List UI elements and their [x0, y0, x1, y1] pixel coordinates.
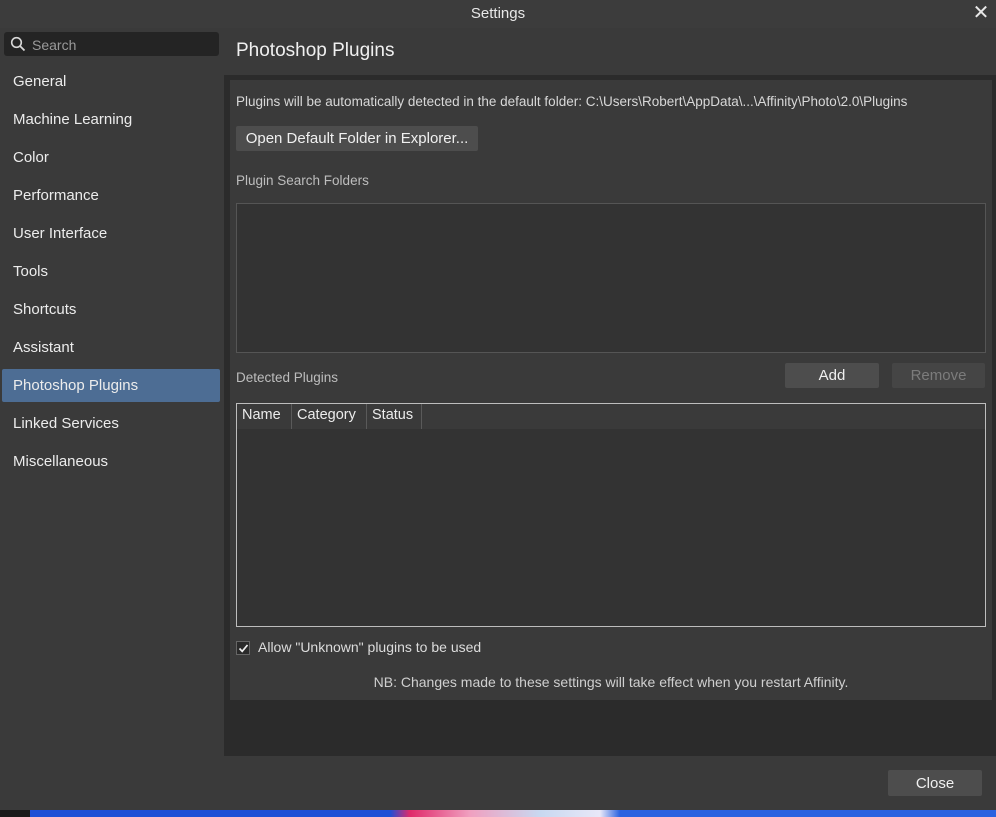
- column-header-name[interactable]: Name: [237, 404, 292, 429]
- sidebar-item-photoshop-plugins[interactable]: Photoshop Plugins: [2, 369, 220, 402]
- sidebar-item-machine-learning[interactable]: Machine Learning: [2, 103, 220, 136]
- footer: Close: [0, 756, 996, 810]
- sidebar-item-tools[interactable]: Tools: [2, 255, 220, 288]
- plugin-search-folders-list[interactable]: [236, 203, 986, 353]
- detected-plugins-label: Detected Plugins: [236, 370, 339, 385]
- add-button[interactable]: Add: [785, 363, 879, 388]
- close-icon[interactable]: ✕: [970, 2, 992, 24]
- sidebar-item-miscellaneous[interactable]: Miscellaneous: [2, 445, 220, 478]
- column-header-status[interactable]: Status: [367, 404, 422, 429]
- window-title: Settings: [470, 5, 526, 22]
- sidebar-item-general[interactable]: General: [2, 65, 220, 98]
- search-icon: [10, 36, 26, 52]
- sidebar: General Machine Learning Color Performan…: [0, 28, 224, 756]
- close-button[interactable]: Close: [888, 770, 982, 796]
- page-title: Photoshop Plugins: [236, 40, 395, 61]
- background-desktop-strip: [0, 810, 996, 817]
- sidebar-item-assistant[interactable]: Assistant: [2, 331, 220, 364]
- sidebar-item-shortcuts[interactable]: Shortcuts: [2, 293, 220, 326]
- restart-note: NB: Changes made to these settings will …: [373, 674, 849, 690]
- remove-button[interactable]: Remove: [892, 363, 985, 388]
- sidebar-item-linked-services[interactable]: Linked Services: [2, 407, 220, 440]
- settings-window: Settings ✕ General Machine Learning Colo…: [0, 0, 996, 810]
- checkmark-icon: [238, 644, 249, 653]
- page-header: Photoshop Plugins: [224, 28, 996, 75]
- allow-unknown-label: Allow "Unknown" plugins to be used: [258, 639, 482, 655]
- plugins-panel: Plugins will be automatically detected i…: [230, 80, 992, 700]
- sidebar-item-user-interface[interactable]: User Interface: [2, 217, 220, 250]
- sidebar-item-performance[interactable]: Performance: [2, 179, 220, 212]
- search-input[interactable]: [30, 34, 214, 56]
- allow-unknown-checkbox[interactable]: [236, 641, 250, 655]
- table-header: Name Category Status: [237, 404, 985, 429]
- column-header-category[interactable]: Category: [292, 404, 367, 429]
- title-bar: Settings ✕: [0, 0, 996, 28]
- search-box[interactable]: [4, 32, 219, 56]
- main-content: Photoshop Plugins Plugins will be automa…: [224, 28, 996, 756]
- plugin-search-folders-label: Plugin Search Folders: [236, 173, 369, 188]
- default-folder-info: Plugins will be automatically detected i…: [236, 94, 908, 109]
- detected-plugins-table[interactable]: Name Category Status: [236, 403, 986, 627]
- open-default-folder-button[interactable]: Open Default Folder in Explorer...: [236, 126, 478, 151]
- sidebar-item-color[interactable]: Color: [2, 141, 220, 174]
